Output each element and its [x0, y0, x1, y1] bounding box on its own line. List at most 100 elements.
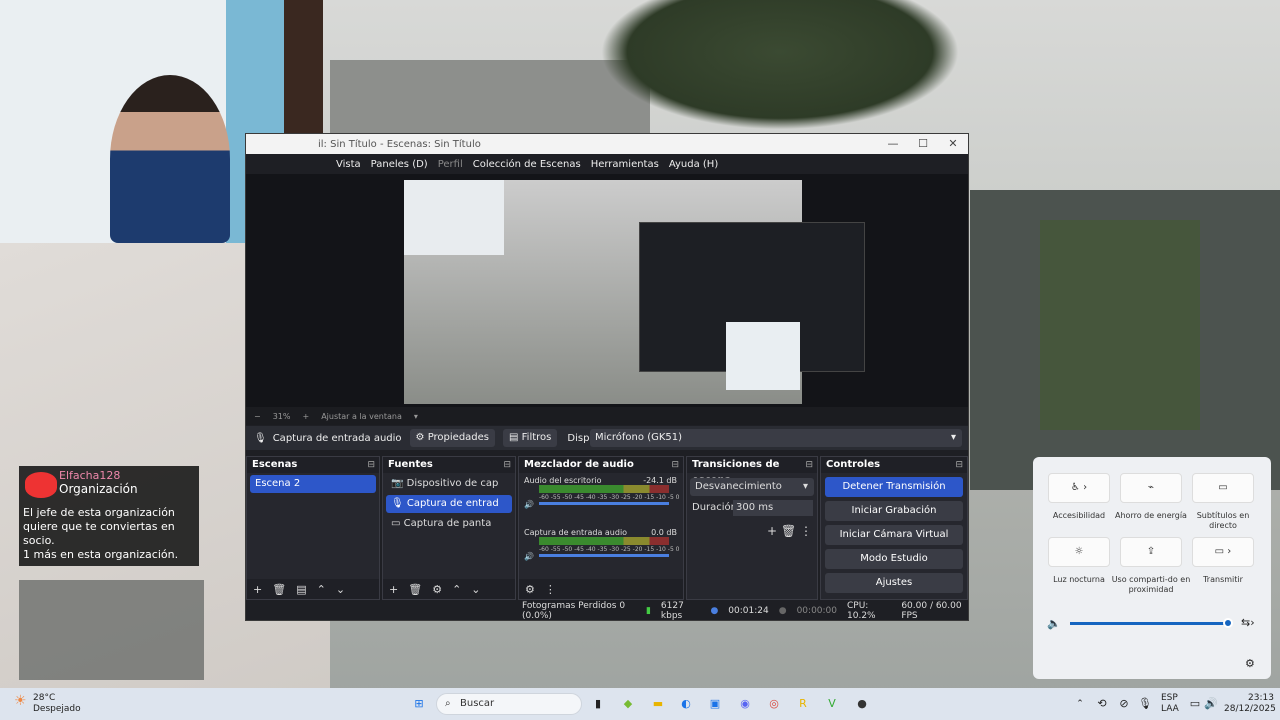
taskbar: ☀ 28°C Despejado ⊞ ⌕ Buscar ▮ ◆ ▬ ◐ ▣ ◉ …	[0, 688, 1280, 720]
scene-item[interactable]: Escena 2	[250, 475, 376, 493]
arrow-down-icon[interactable]: ⌄	[336, 583, 345, 596]
store-icon[interactable]: ▣	[707, 696, 723, 712]
network-off-icon[interactable]: ⊘	[1116, 696, 1132, 712]
minimize-icon[interactable]: —	[878, 134, 908, 154]
volume-icon[interactable]: 🔊	[1203, 696, 1219, 712]
notification-body: El jefe de esta organización quiere que …	[23, 506, 195, 562]
notification-title: Organización	[59, 482, 138, 496]
volume-meter	[539, 485, 669, 493]
trash-icon[interactable]: 🗑	[408, 583, 422, 596]
arrow-down-icon[interactable]: ⌄	[471, 583, 480, 596]
speaker-icon[interactable]: 🔊	[524, 500, 534, 509]
rockstar-icon[interactable]: R	[795, 696, 811, 712]
studio-mode-button[interactable]: Modo Estudio	[825, 549, 963, 569]
quick-setting-label: Accesibilidad	[1052, 511, 1106, 520]
add-icon[interactable]: +	[253, 583, 262, 596]
start-recording-button[interactable]: Iniciar Grabación	[825, 501, 963, 521]
arrow-up-icon[interactable]: ⌃	[452, 583, 461, 596]
lang-layout[interactable]: LAA	[1161, 704, 1179, 714]
display-icon[interactable]: ▭	[1187, 696, 1203, 712]
gear-icon[interactable]: ⚙	[432, 583, 442, 596]
weather-icon: ☀	[14, 693, 27, 709]
obs-window[interactable]: il: Sin Título - Escenas: Sin Título — ☐…	[245, 133, 969, 621]
captions-icon[interactable]: ▭	[1192, 473, 1254, 503]
source-toolbar: 🎙 Captura de entrada audio ⚙ Propiedades…	[246, 426, 968, 450]
meter-scale: -60 -55 -50 -45 -40 -35 -30 -25 -20 -15 …	[539, 546, 680, 553]
copilot-icon[interactable]: ◆	[620, 696, 636, 712]
fps: 60.00 / 60.00 FPS	[901, 601, 962, 621]
mixer-settings-icon[interactable]: ⚙	[525, 583, 535, 596]
volume-fader[interactable]	[539, 554, 669, 557]
menu-perfil[interactable]: Perfil	[438, 159, 463, 170]
filters-button[interactable]: ▤ Filtros	[503, 429, 558, 447]
windows-start-icon[interactable]: ⊞	[411, 696, 427, 712]
settings-gear-icon[interactable]: ⚙	[1245, 657, 1255, 670]
search-placeholder: Buscar	[460, 698, 495, 709]
virtual-camera-button[interactable]: Iniciar Cámara Virtual	[825, 525, 963, 545]
accessibility-icon[interactable]: ♿ ›	[1048, 473, 1110, 503]
maximize-icon[interactable]: ☐	[908, 134, 938, 154]
transition-select[interactable]: Desvanecimiento ▾	[690, 478, 814, 496]
fit-window-button[interactable]: Ajustar a la ventana	[321, 412, 402, 421]
org-notification: Elfacha128 Organización El jefe de esta …	[19, 466, 199, 566]
filter-icon[interactable]: ▤	[296, 583, 306, 596]
chevron-up-icon[interactable]: ⌃	[1072, 696, 1088, 712]
volume-knob[interactable]	[1223, 618, 1233, 628]
obs-preview[interactable]	[246, 174, 968, 407]
microphone-icon: 🎙	[391, 498, 407, 509]
streamer-figure	[110, 75, 230, 243]
volume-fader[interactable]	[539, 502, 669, 505]
source-label: Dispositivo de cap	[406, 478, 499, 489]
clock-time[interactable]: 23:13	[1248, 693, 1274, 703]
trash-icon[interactable]: 🗑	[272, 583, 286, 596]
microphone-icon[interactable]: 🎙	[1137, 696, 1153, 712]
file-explorer-icon[interactable]: ▬	[650, 696, 666, 712]
sync-icon[interactable]: ⟲	[1094, 696, 1110, 712]
trash-icon[interactable]: 🗑	[781, 524, 796, 538]
obs-titlebar[interactable]: il: Sin Título - Escenas: Sin Título — ☐…	[246, 134, 968, 154]
gta-icon[interactable]: V	[824, 696, 840, 712]
settings-button[interactable]: Ajustes	[825, 573, 963, 593]
cast-icon[interactable]: ▭ ›	[1192, 537, 1254, 567]
source-label: Captura de entrad	[406, 498, 499, 509]
obs-icon[interactable]: ●	[854, 696, 870, 712]
menu-vista[interactable]: Vista	[336, 159, 361, 170]
volume-slider[interactable]	[1070, 622, 1228, 625]
obs-menubar: Vista Paneles (D) Perfil Colección de Es…	[246, 154, 968, 174]
sources-title: Fuentes	[383, 457, 515, 473]
menu-paneles[interactable]: Paneles (D)	[371, 159, 428, 170]
speaker-icon[interactable]: 🔈	[1047, 617, 1061, 630]
stop-stream-button[interactable]: Detener Transmisión	[825, 477, 963, 497]
chevron-down-icon[interactable]: ▾	[414, 412, 418, 421]
zoom-in-button[interactable]: +	[302, 412, 309, 421]
search-box[interactable]: ⌕ Buscar	[436, 693, 582, 715]
discord-icon[interactable]: ◉	[737, 696, 753, 712]
arrow-up-icon[interactable]: ⌃	[317, 583, 326, 596]
more-icon[interactable]: ⋮	[545, 583, 556, 596]
add-icon[interactable]: +	[389, 583, 398, 596]
duration-row: Duración 300 ms	[687, 498, 817, 518]
zoom-out-button[interactable]: −	[254, 412, 261, 421]
more-icon[interactable]: ⋮	[800, 524, 812, 538]
edge-icon[interactable]: ◐	[678, 696, 694, 712]
clock-date[interactable]: 28/12/2025	[1224, 704, 1276, 714]
source-item[interactable]: 📷 Dispositivo de cap	[386, 475, 512, 493]
nearby-share-icon[interactable]: ⇪	[1120, 537, 1182, 567]
properties-button[interactable]: ⚙ Propiedades	[409, 429, 496, 447]
audio-output-icon[interactable]: ⇆›	[1241, 616, 1255, 629]
battery-saver-icon[interactable]: ⌁	[1120, 473, 1182, 503]
lang-code[interactable]: ESP	[1161, 693, 1178, 703]
speaker-icon[interactable]: 🔊	[524, 552, 534, 561]
source-item[interactable]: 🎙 Captura de entrad	[386, 495, 512, 513]
menu-ayuda[interactable]: Ayuda (H)	[669, 159, 718, 170]
task-view-icon[interactable]: ▮	[590, 696, 606, 712]
add-icon[interactable]: +	[767, 524, 777, 538]
menu-coleccion[interactable]: Colección de Escenas	[473, 159, 581, 170]
close-icon[interactable]: ✕	[938, 134, 968, 154]
menu-herramientas[interactable]: Herramientas	[591, 159, 659, 170]
night-light-icon[interactable]: ☼	[1048, 537, 1110, 567]
duration-input[interactable]: 300 ms	[733, 500, 813, 516]
chrome-icon[interactable]: ◎	[766, 696, 782, 712]
source-item[interactable]: ▭ Captura de panta	[386, 515, 512, 533]
device-select[interactable]: Micrófono (GK51) ▾	[590, 429, 962, 447]
